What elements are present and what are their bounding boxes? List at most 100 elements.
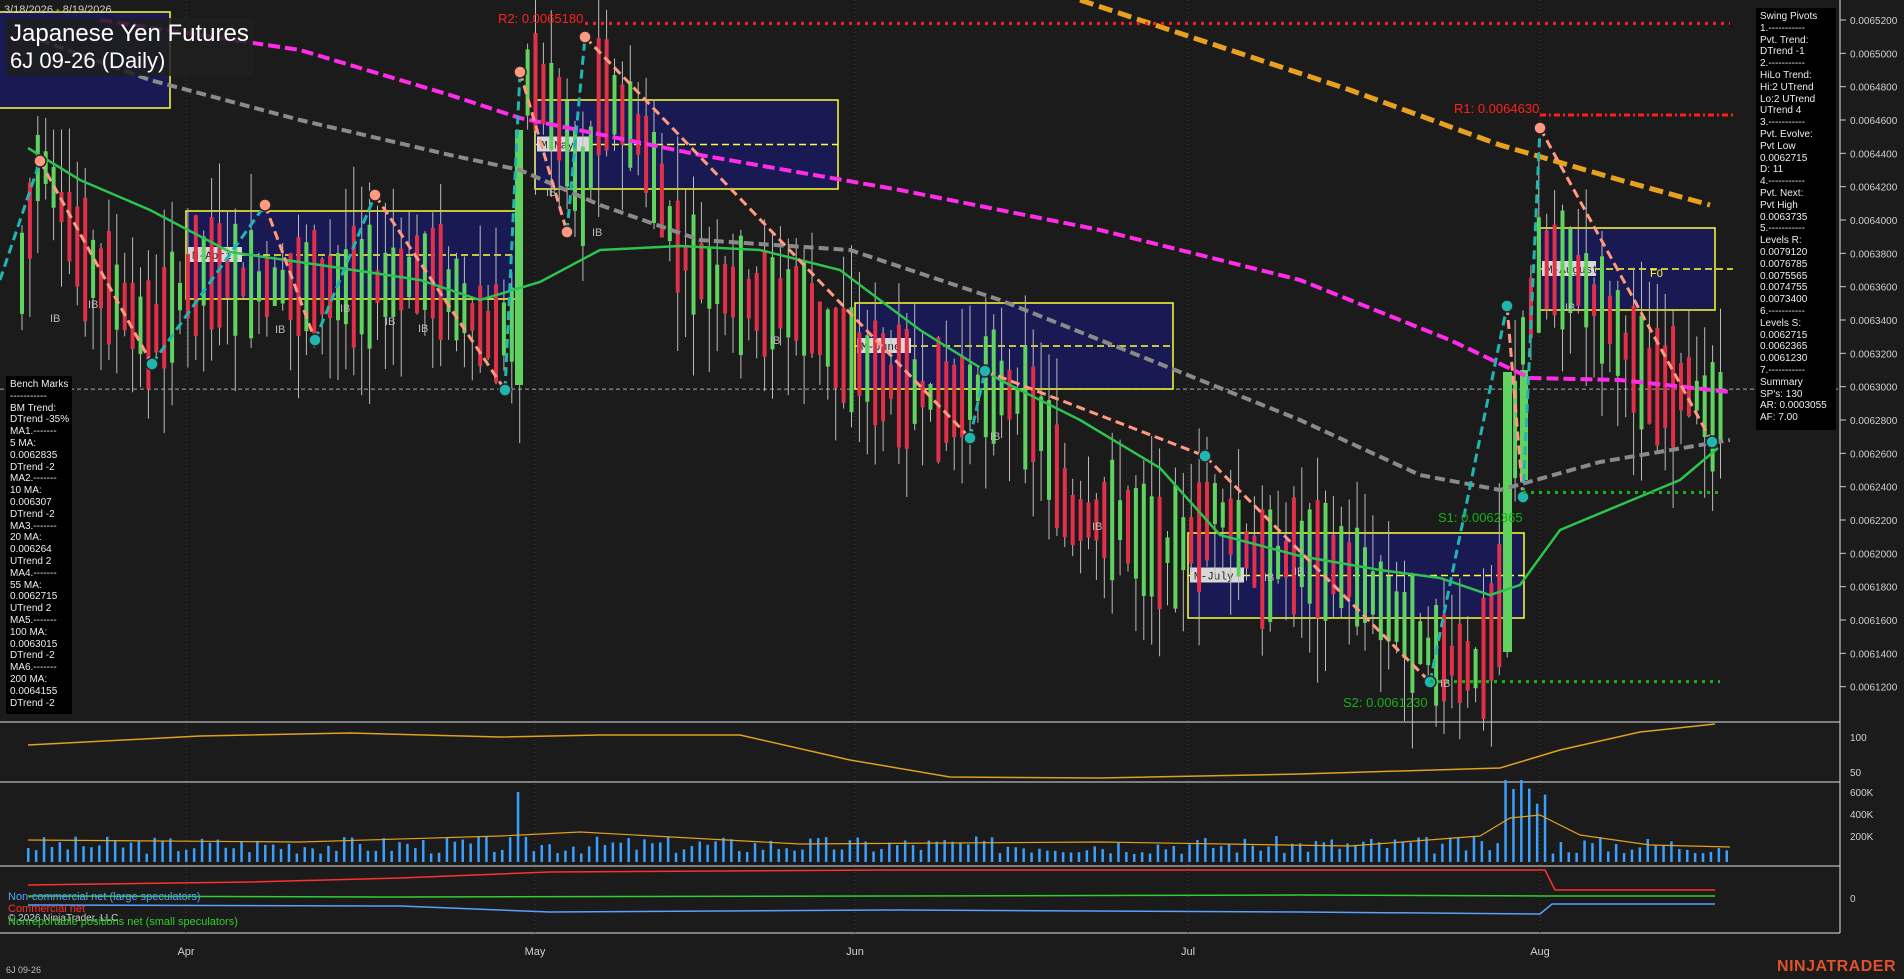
swing_panel-line: 0.0061230: [1760, 353, 1808, 365]
candle-body: [1126, 490, 1130, 564]
candle-body: [1457, 623, 1462, 703]
volume-bar: [82, 846, 85, 862]
swing-pivot-marker: [1533, 121, 1547, 135]
bench_panel-line: -----------: [10, 390, 47, 402]
volume-bar: [58, 842, 62, 862]
candle-body: [762, 249, 767, 357]
volume-bar: [1101, 849, 1104, 862]
swing_panel-line: Pvt. Trend:: [1760, 34, 1809, 46]
footer-symbol: 6J 09-26: [6, 965, 42, 975]
candle-body: [1410, 574, 1415, 693]
candle-body: [249, 230, 254, 339]
volume-bar: [548, 844, 551, 862]
candle-body: [849, 307, 854, 413]
candle-body: [438, 224, 443, 340]
candle-body: [1489, 583, 1494, 681]
candle-body: [1434, 605, 1439, 706]
candle-body: [1102, 481, 1107, 559]
volume-bar: [1038, 848, 1041, 862]
volume-bar: [627, 838, 630, 862]
volume-bar: [824, 837, 828, 862]
ib-label: IB: [418, 323, 428, 335]
volume-bar: [445, 836, 449, 862]
volume-bar: [1180, 853, 1183, 862]
volume-bar: [493, 851, 496, 862]
candle-body: [810, 283, 814, 354]
candle-body: [738, 235, 743, 356]
volume-bar: [1496, 843, 1499, 862]
volume-bar: [572, 846, 575, 862]
volume-bar: [1678, 848, 1681, 862]
ib-label: IB: [1440, 678, 1450, 690]
volume-bar: [429, 853, 433, 862]
candle-body: [233, 223, 238, 336]
volume-bar: [1693, 852, 1697, 862]
candle-body: [1268, 509, 1273, 622]
volume-bar: [295, 853, 299, 862]
y-tick-label: 0.0062800: [1850, 416, 1898, 427]
swing-pivot-marker: [1705, 435, 1719, 449]
candle-body: [1244, 531, 1249, 569]
volume-bar: [1717, 848, 1721, 862]
candle-body: [1560, 210, 1565, 330]
candle-body: [257, 271, 261, 302]
swing-pivot-marker: [978, 364, 992, 378]
volume-bar: [1259, 850, 1262, 862]
price-chart[interactable]: M-AprilM-MayM-JuneM-JulyM-August IBIBIBI…: [0, 0, 1904, 979]
volume-bar: [935, 841, 938, 862]
volume-bar: [1543, 794, 1547, 862]
volume-bar: [1243, 838, 1247, 862]
candle-body: [59, 192, 64, 223]
volume-bar: [303, 847, 306, 862]
volume-bar: [279, 848, 283, 862]
ib-label: IB: [1092, 521, 1102, 533]
x-tick-label: May: [525, 946, 546, 958]
candle-body: [1536, 217, 1541, 333]
candle-body: [1473, 648, 1478, 689]
ib-label: IB: [385, 316, 395, 328]
swing_panel-line: Pvt Low: [1760, 140, 1796, 152]
candle-body: [1378, 561, 1383, 641]
volume-bar: [975, 836, 978, 862]
candle-body: [715, 264, 720, 305]
volume-bar: [1085, 850, 1089, 862]
volume-bar: [1117, 842, 1120, 862]
volume-bar: [1314, 841, 1318, 862]
volume-bar: [1512, 789, 1515, 862]
candle-body: [1370, 571, 1375, 615]
candle-body: [122, 282, 127, 331]
bench_panel-line: 55 MA:: [10, 579, 42, 591]
volume-bar: [169, 838, 172, 862]
bench_panel-line: MA3.-------: [10, 520, 57, 532]
candle-body: [1189, 517, 1194, 564]
candle-body: [644, 115, 649, 194]
candle-body: [264, 256, 269, 317]
y-tick-label: 0.0061200: [1850, 683, 1898, 694]
candle-body: [225, 257, 230, 298]
y-tick-label: 600K: [1850, 788, 1874, 799]
candle-body: [430, 227, 435, 319]
volume-bar: [1662, 845, 1665, 862]
date-range: 3/18/2026 - 8/19/2026: [4, 4, 112, 16]
candle-body: [936, 337, 941, 462]
volume-bar: [1472, 836, 1476, 862]
volume-bar: [856, 837, 859, 862]
swing_panel-line: 6.-----------: [1760, 305, 1805, 317]
y-tick-label: 0.0065000: [1850, 49, 1898, 60]
candle-body: [1212, 483, 1217, 525]
candle-body: [778, 278, 783, 329]
candle-body: [1054, 424, 1059, 529]
bench_panel-line: 10 MA:: [10, 485, 42, 497]
ib-label: IB: [1565, 302, 1575, 314]
volume-bar: [1488, 850, 1491, 862]
candle-body: [391, 247, 396, 317]
volume-bar: [350, 837, 354, 862]
swing-pivot-marker: [963, 431, 977, 445]
swing_panel-line: Pvt High: [1760, 199, 1798, 211]
candle-body: [154, 303, 159, 353]
candle-body: [841, 307, 846, 403]
s1-label: S1: 0.0062365: [1438, 510, 1523, 525]
volume-bar: [540, 845, 543, 862]
candle-body: [1576, 254, 1581, 306]
volume-bar: [1330, 839, 1333, 862]
